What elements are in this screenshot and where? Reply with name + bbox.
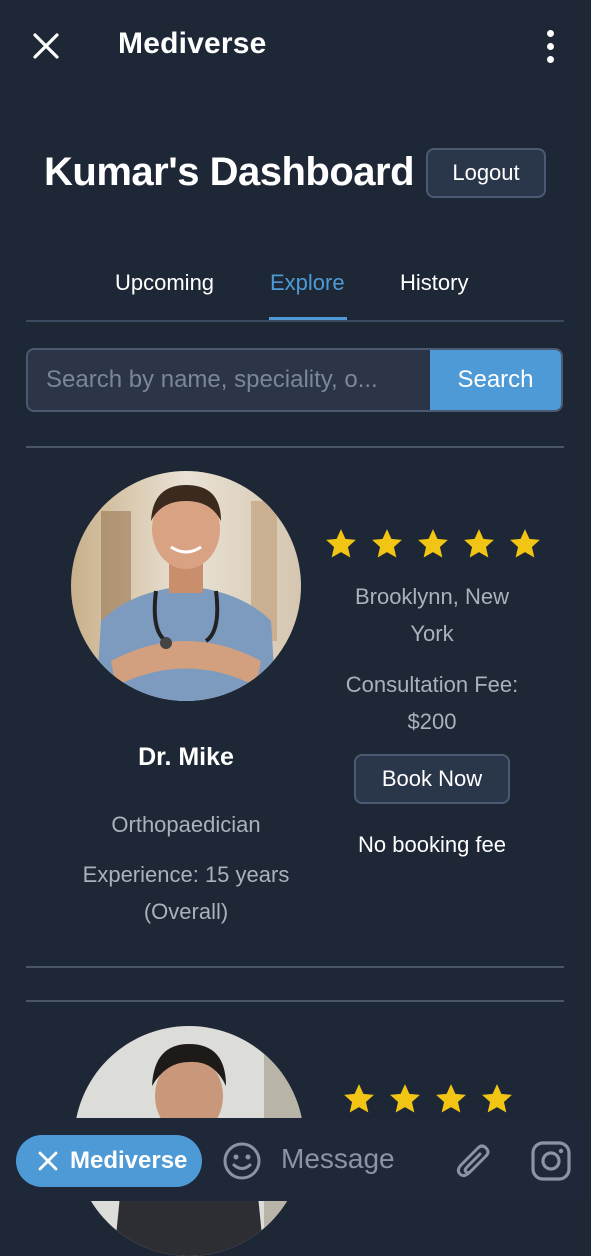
- doctor-speciality: Orthopaedician: [111, 812, 261, 837]
- tab-history[interactable]: History: [400, 270, 468, 296]
- consultation-fee: Consultation Fee: $200: [330, 666, 534, 740]
- tab-bar: Upcoming Explore History: [26, 260, 564, 322]
- page-title: Kumar's Dashboard: [44, 150, 415, 194]
- message-input[interactable]: Message: [281, 1143, 395, 1175]
- star-icon: [510, 529, 540, 558]
- star-icon: [482, 1084, 512, 1113]
- tab-explore[interactable]: Explore: [270, 270, 345, 296]
- divider: [26, 446, 564, 448]
- location-line: Brooklynn, New: [354, 584, 510, 609]
- booking-note: No booking fee: [358, 832, 506, 857]
- close-icon[interactable]: [36, 1149, 60, 1173]
- active-tab-indicator: [269, 317, 347, 320]
- attachment-icon[interactable]: [454, 1140, 494, 1182]
- search-input[interactable]: Search by name, speciality, o...: [46, 366, 416, 394]
- doctor-location: Brooklynn, New York: [330, 578, 534, 652]
- emoji-icon[interactable]: [222, 1141, 262, 1181]
- app-title: Mediverse: [118, 27, 267, 60]
- star-icon: [418, 529, 448, 558]
- star-icon: [436, 1084, 466, 1113]
- star-icon: [464, 529, 494, 558]
- fee-label: Consultation Fee:: [345, 672, 519, 697]
- doctor-name: Dr. Mike: [138, 743, 234, 771]
- location-line: York: [410, 621, 454, 646]
- instagram-icon[interactable]: [530, 1140, 572, 1182]
- star-icon: [344, 1084, 374, 1113]
- fee-value: $200: [407, 709, 457, 734]
- search-bar: Search by name, speciality, o... Search: [26, 348, 563, 412]
- divider: [26, 1000, 564, 1002]
- more-options-icon[interactable]: [538, 28, 564, 64]
- book-now-button[interactable]: Book Now: [354, 754, 510, 804]
- doctor-photo: [71, 471, 301, 701]
- star-icon: [390, 1084, 420, 1113]
- mediverse-chip[interactable]: Mediverse: [16, 1135, 202, 1187]
- search-button[interactable]: Search: [430, 350, 561, 410]
- experience-line: Experience: 15 years: [82, 862, 290, 887]
- logout-button[interactable]: Logout: [426, 148, 546, 198]
- close-icon[interactable]: [30, 30, 62, 62]
- app-top-bar: Mediverse: [0, 0, 591, 92]
- rating-stars: [342, 1082, 514, 1116]
- experience-line: (Overall): [143, 899, 229, 924]
- chip-label: Mediverse: [70, 1147, 188, 1174]
- divider: [26, 966, 564, 968]
- rating-stars: [324, 527, 542, 561]
- star-icon: [372, 529, 402, 558]
- star-icon: [326, 529, 356, 558]
- doctor-experience: Experience: 15 years (Overall): [60, 856, 312, 930]
- tab-upcoming[interactable]: Upcoming: [115, 270, 214, 296]
